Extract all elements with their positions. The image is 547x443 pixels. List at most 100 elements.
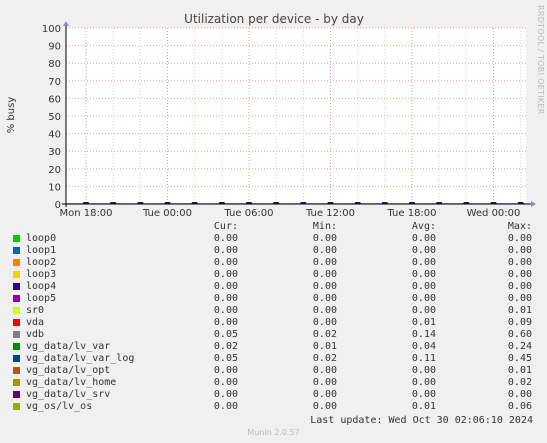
y-tick-label: 40 [48,130,61,141]
y-tick-label: 60 [48,94,61,105]
chart-title: Utilization per device - by day [184,12,364,26]
x-tick-label: Tue 00:00 [142,208,192,219]
x-tick-label: Mon 18:00 [59,208,112,219]
legend-min: 0.00 [312,365,337,376]
y-tick-label: 100 [42,24,61,35]
legend-swatch [13,331,20,338]
legend-label: vda [26,317,45,328]
legend-avg: 0.00 [411,293,436,304]
legend-row: loop1 0.00 0.00 0.00 0.00 [12,245,542,257]
legend-row: vg_os/lv_os 0.00 0.00 0.01 0.06 [12,401,542,413]
legend-avg: 0.00 [411,377,436,388]
legend-max: 0.45 [507,353,532,364]
legend-header-min: Min: [312,221,337,232]
legend-cur: 0.00 [213,233,238,244]
chart: 0102030405060708090100 Mon 18:00 Tue 00:0… [6,12,536,219]
legend-max: 0.09 [507,317,532,328]
legend-avg: 0.00 [411,245,436,256]
legend-max: 0.01 [507,365,532,376]
legend-avg: 0.00 [411,365,436,376]
x-axis-ticks: Mon 18:00 Tue 00:00 Tue 06:00 Tue 12:00 Tue … [59,208,520,219]
legend-cur: 0.00 [213,389,238,400]
legend-min: 0.02 [312,329,337,340]
legend-header: Cur: Min: Avg: Max: [12,221,542,233]
legend-max: 0.00 [507,281,532,292]
legend-max: 0.00 [507,293,532,304]
y-axis-label: % busy [6,97,17,134]
legend-label: vdb [26,329,45,340]
y-tick-label: 30 [48,147,61,158]
legend-cur: 0.00 [213,365,238,376]
legend-min: 0.00 [312,401,337,412]
legend-label: loop5 [26,293,57,304]
legend-max: 0.06 [507,401,532,412]
legend-swatch [13,235,20,242]
legend-max: 0.24 [507,341,532,352]
legend-swatch [13,319,20,326]
legend-swatch [13,271,20,278]
legend-avg: 0.00 [411,305,436,316]
legend-min: 0.00 [312,233,337,244]
legend-min: 0.00 [312,389,337,400]
y-tick-label: 80 [48,59,61,70]
legend-row: vg_data/lv_var 0.02 0.01 0.04 0.24 [12,341,542,353]
legend-max: 0.00 [507,233,532,244]
legend-min: 0.02 [312,353,337,364]
last-update: Last update: Wed Oct 30 02:06:10 2024 [310,415,533,426]
legend-label: loop3 [26,269,57,280]
y-tick-label: 90 [48,42,61,53]
legend-swatch [13,355,20,362]
rrdtool-watermark: RRDTOOL / TOBI OETIKER [536,5,545,115]
legend-cur: 0.00 [213,293,238,304]
legend-swatch [13,259,20,266]
legend-swatch [13,403,20,410]
legend-max: 0.01 [507,305,532,316]
legend-row: vg_data/lv_home 0.00 0.00 0.00 0.02 [12,377,542,389]
legend-row: vdb 0.05 0.02 0.14 0.60 [12,329,542,341]
legend-avg: 0.04 [411,341,436,352]
legend-min: 0.00 [312,269,337,280]
legend-swatch [13,295,20,302]
legend-cur: 0.00 [213,245,238,256]
x-tick-label: Tue 06:00 [223,208,273,219]
y-tick-label: 20 [48,165,61,176]
legend-swatch [13,343,20,350]
x-axis-arrow [531,201,536,207]
y-axis-arrow [63,21,69,26]
legend-label: vg_os/lv_os [26,401,93,412]
legend-avg: 0.01 [411,317,436,328]
legend-header-max: Max: [507,221,532,232]
y-axis-ticks: 0102030405060708090100 [42,24,61,211]
legend-swatch [13,307,20,314]
legend-cur: 0.05 [213,329,238,340]
y-tick-label: 50 [48,112,61,123]
legend-avg: 0.00 [411,281,436,292]
legend-cur: 0.00 [213,377,238,388]
legend-max: 0.00 [507,269,532,280]
legend-label: vg_data/lv_srv [26,389,111,400]
legend-min: 0.01 [312,341,337,352]
legend-cur: 0.00 [213,305,238,316]
legend-rows: loop0 0.00 0.00 0.00 0.00 loop1 0.00 0.00 0.00 0.… [12,233,542,413]
legend-label: vg_data/lv_home [26,377,117,388]
legend-cur: 0.05 [213,353,238,364]
legend-label: loop0 [26,233,57,244]
legend-min: 0.00 [312,245,337,256]
legend-cur: 0.00 [213,317,238,328]
footer-version: Munin 2.0.57 [247,428,300,437]
legend: Cur: Min: Avg: Max: loop0 0.00 0.00 0.00 0.0… [12,221,542,413]
y-tick-label: 70 [48,77,61,88]
legend-max: 0.02 [507,377,532,388]
legend-label: sr0 [26,305,45,316]
legend-row: loop3 0.00 0.00 0.00 0.00 [12,269,542,281]
legend-row: vda 0.00 0.00 0.01 0.09 [12,317,542,329]
legend-cur: 0.00 [213,257,238,268]
legend-max: 0.00 [507,257,532,268]
legend-max: 0.00 [507,389,532,400]
legend-label: loop4 [26,281,57,292]
x-tick-label: Tue 12:00 [305,208,355,219]
legend-header-avg: Avg: [411,221,436,232]
legend-swatch [13,379,20,386]
x-tick-label: Wed 00:00 [467,208,521,219]
legend-cur: 0.02 [213,341,238,352]
